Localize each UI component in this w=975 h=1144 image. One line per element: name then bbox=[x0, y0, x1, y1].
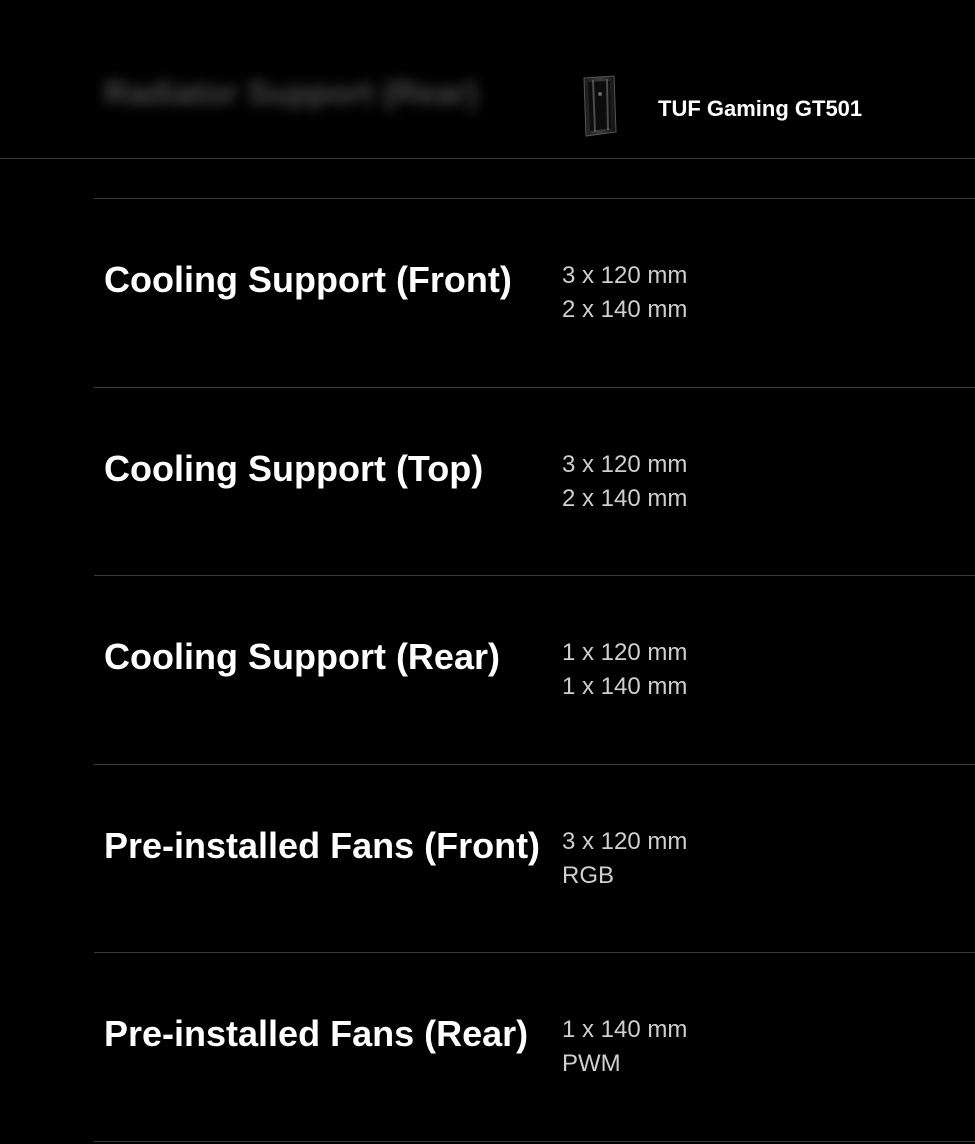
pc-case-icon bbox=[583, 75, 617, 137]
spec-label: Cooling Support (Rear) bbox=[104, 636, 500, 677]
spec-values: 3 x 120 mm 2 x 140 mm bbox=[562, 448, 687, 516]
product-name: TUF Gaming GT501 bbox=[658, 96, 863, 121]
spec-value: 2 x 140 mm bbox=[562, 485, 688, 512]
spec-label: Cooling Support (Front) bbox=[104, 259, 512, 300]
header-section-title: Radiator Support (Rear) bbox=[104, 74, 479, 111]
spec-row-cooling-front: Cooling Support (Front) 3 x 120 mm 2 x 1… bbox=[94, 198, 975, 387]
spec-label: Pre-installed Fans (Rear) bbox=[104, 1013, 529, 1054]
spec-value: PWM bbox=[562, 1050, 621, 1077]
spec-label: Cooling Support (Top) bbox=[104, 448, 484, 489]
spec-value: 1 x 140 mm bbox=[562, 1016, 688, 1043]
spec-values: 3 x 120 mm RGB bbox=[562, 825, 687, 893]
spec-value: 3 x 120 mm bbox=[562, 451, 688, 478]
spec-values: 1 x 120 mm 1 x 140 mm bbox=[562, 636, 687, 704]
spec-row-cooling-rear: Cooling Support (Rear) 1 x 120 mm 1 x 14… bbox=[94, 575, 975, 764]
spec-value: 1 x 140 mm bbox=[562, 673, 688, 700]
spec-label: Pre-installed Fans (Front) bbox=[104, 825, 541, 866]
spec-row-fans-front: Pre-installed Fans (Front) 3 x 120 mm RG… bbox=[94, 764, 975, 953]
spec-value: 1 x 120 mm bbox=[562, 639, 688, 666]
spec-value: 2 x 140 mm bbox=[562, 296, 688, 323]
spec-row-fans-rear: Pre-installed Fans (Rear) 1 x 140 mm PWM bbox=[94, 952, 975, 1142]
spec-value: RGB bbox=[562, 862, 615, 889]
sticky-header: Radiator Support (Rear) TUF Gaming GT501 bbox=[0, 0, 975, 159]
spec-value: 3 x 120 mm bbox=[562, 262, 688, 289]
spec-values: 1 x 140 mm PWM bbox=[562, 1013, 687, 1081]
spec-value: 3 x 120 mm bbox=[562, 828, 688, 855]
spec-values: 3 x 120 mm 2 x 140 mm bbox=[562, 259, 687, 327]
spec-row-cooling-top: Cooling Support (Top) 3 x 120 mm 2 x 140… bbox=[94, 387, 975, 576]
